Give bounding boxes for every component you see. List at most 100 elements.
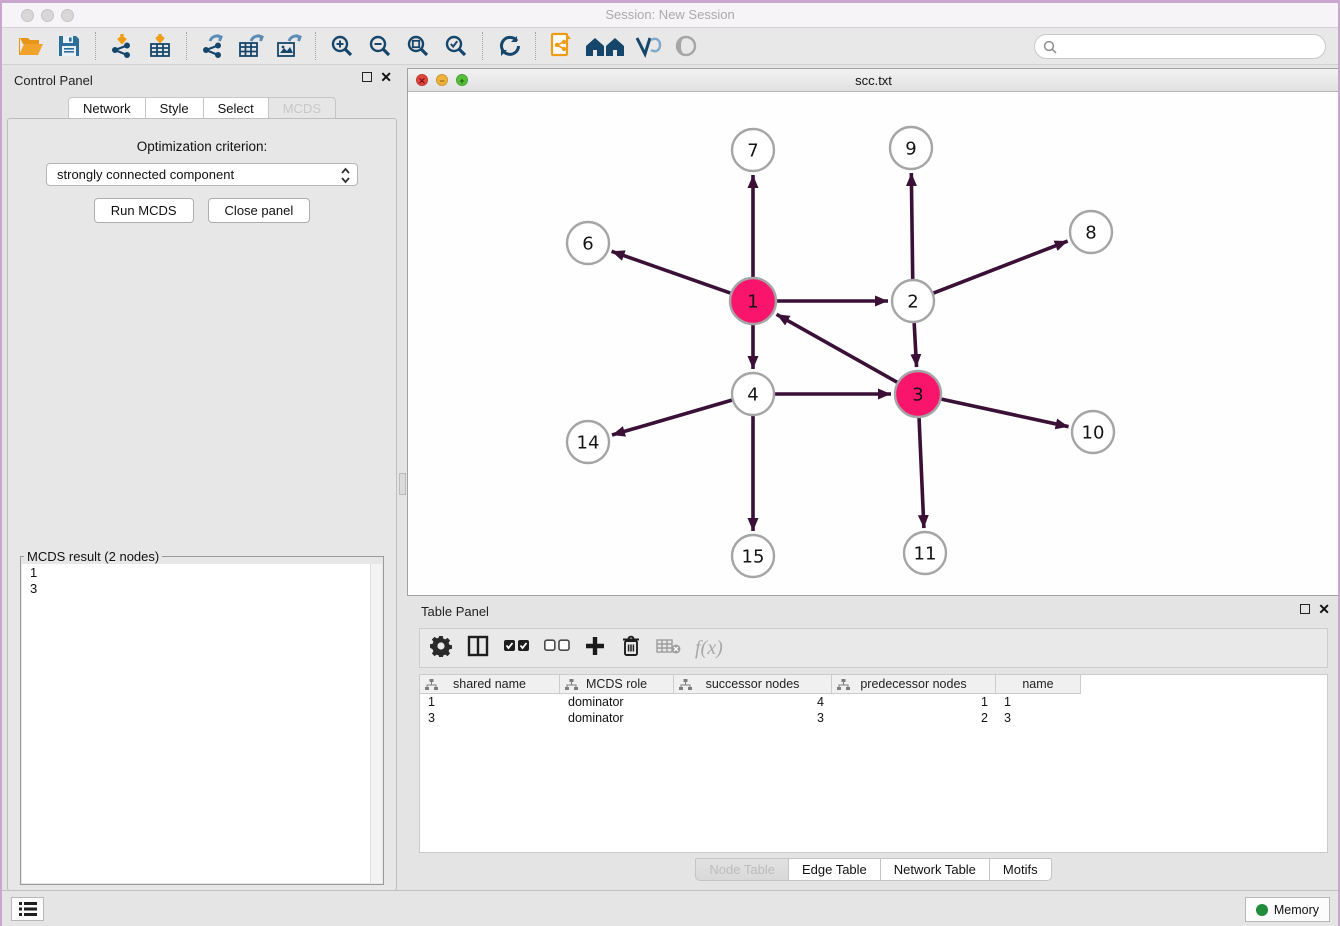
panel-divider-handle[interactable] [399, 473, 406, 495]
tab-style[interactable]: Style [145, 97, 203, 119]
status-bar: Memory [2, 890, 1338, 926]
tab-network[interactable]: Network [68, 97, 145, 119]
toolbar-separator [186, 32, 187, 60]
delete-column-icon[interactable] [620, 634, 642, 663]
graph-edge-4-14[interactable] [612, 400, 732, 435]
result-line: 1 [22, 564, 382, 580]
optimization-criterion-select[interactable]: strongly connected component [46, 163, 358, 186]
table-panel-title: Table Panel [421, 604, 489, 619]
zoom-in-icon[interactable] [325, 31, 359, 61]
optimization-criterion-value: strongly connected component [57, 167, 234, 182]
toolbar-separator [482, 32, 483, 60]
close-panel-icon[interactable]: ✕ [380, 72, 392, 82]
graph-edge-2-8[interactable] [934, 241, 1068, 293]
table-cell[interactable]: dominator [560, 694, 674, 710]
tab-node-table[interactable]: Node Table [695, 858, 789, 881]
task-history-button[interactable] [11, 897, 44, 921]
main-toolbar [2, 28, 1338, 65]
table-cell[interactable]: 2 [832, 710, 996, 726]
graph-edge-1-6[interactable] [612, 251, 731, 293]
close-table-panel-icon[interactable]: ✕ [1318, 604, 1330, 614]
toolbar-separator [315, 32, 316, 60]
control-panel-title: Control Panel [14, 73, 93, 88]
run-mcds-button[interactable]: Run MCDS [94, 198, 194, 223]
table-row[interactable]: 3dominator323 [420, 710, 1327, 726]
memory-button[interactable]: Memory [1245, 897, 1330, 922]
network-from-selection-icon[interactable] [545, 31, 579, 61]
mcds-result-text[interactable]: 13 [22, 564, 382, 883]
show-graphics-details-icon[interactable] [669, 31, 703, 61]
control-panel-tabs: NetworkStyleSelectMCDS [2, 97, 402, 119]
table-tabs: Node TableEdge TableNetwork TableMotifs [407, 858, 1340, 881]
column-header-successor-nodes[interactable]: successor nodes [674, 675, 832, 694]
export-network-icon[interactable] [196, 31, 230, 61]
column-header-predecessor-nodes[interactable]: predecessor nodes [832, 675, 996, 694]
chevron-updown-icon [340, 167, 351, 190]
table-cell[interactable]: 3 [420, 710, 560, 726]
table-cell[interactable]: dominator [560, 710, 674, 726]
column-header-MCDS-role[interactable]: MCDS role [560, 675, 674, 694]
search-input[interactable] [1062, 40, 1317, 54]
column-label: predecessor nodes [860, 677, 966, 691]
select-all-icon[interactable] [504, 639, 530, 657]
zoom-selected-icon[interactable] [439, 31, 473, 61]
column-header-name[interactable]: name [996, 675, 1081, 694]
tab-edge-table[interactable]: Edge Table [789, 858, 881, 881]
table-cell[interactable]: 4 [674, 694, 832, 710]
apply-layout-icon[interactable] [492, 31, 526, 61]
graph-node-label: 15 [742, 546, 765, 567]
float-table-panel-icon[interactable] [1300, 604, 1310, 614]
graph-node-label: 14 [577, 432, 600, 453]
table-cell[interactable]: 1 [832, 694, 996, 710]
table-row[interactable]: 1dominator411 [420, 694, 1327, 710]
network-title: scc.txt [408, 73, 1339, 88]
table-cell[interactable]: 3 [674, 710, 832, 726]
save-session-icon[interactable] [52, 31, 86, 61]
graph-edge-3-1[interactable] [777, 314, 898, 382]
tab-network-table[interactable]: Network Table [881, 858, 990, 881]
open-file-icon[interactable] [14, 31, 48, 61]
close-panel-button[interactable]: Close panel [208, 198, 311, 223]
gear-icon[interactable] [430, 635, 452, 662]
list-icon [19, 902, 37, 916]
first-neighbors-icon[interactable] [583, 31, 627, 61]
export-table-icon[interactable] [234, 31, 268, 61]
hide-selected-icon[interactable] [631, 31, 665, 61]
graph-edge-3-11[interactable] [919, 418, 924, 528]
zoom-fit-icon[interactable] [401, 31, 435, 61]
graph-node-label: 2 [907, 291, 918, 312]
graph-edge-2-3[interactable] [914, 323, 916, 367]
table-cell[interactable]: 1 [996, 694, 1081, 710]
graph-edge-3-10[interactable] [941, 399, 1068, 427]
result-scrollbar[interactable] [370, 564, 382, 883]
add-column-icon[interactable] [584, 635, 606, 662]
column-label: shared name [453, 677, 526, 691]
import-network-icon[interactable] [105, 31, 139, 61]
mcds-result-box: MCDS result (2 nodes) 13 [20, 549, 384, 885]
toolbar-separator [95, 32, 96, 60]
column-header-shared-name[interactable]: shared name [420, 675, 560, 694]
deselect-all-icon[interactable] [544, 639, 570, 657]
search-field[interactable] [1034, 34, 1326, 59]
graph-node-label: 8 [1085, 222, 1096, 243]
delete-table-icon[interactable] [656, 638, 681, 659]
split-column-icon[interactable] [466, 634, 490, 663]
zoom-out-icon[interactable] [363, 31, 397, 61]
table-cell[interactable]: 3 [996, 710, 1081, 726]
graph-edge-2-9[interactable] [911, 173, 912, 279]
float-panel-icon[interactable] [362, 72, 372, 82]
tab-mcds[interactable]: MCDS [268, 97, 336, 119]
network-titlebar[interactable]: ✕ − + scc.txt [408, 69, 1339, 92]
table-cell[interactable]: 1 [420, 694, 560, 710]
graph-node-label: 4 [747, 384, 758, 405]
result-line: 3 [22, 580, 382, 596]
network-canvas[interactable]: 7968124314101511 [408, 92, 1339, 595]
import-table-icon[interactable] [143, 31, 177, 61]
tab-select[interactable]: Select [203, 97, 268, 119]
optimization-criterion-label: Optimization criterion: [8, 139, 396, 154]
graph-node-label: 11 [914, 543, 937, 564]
tab-motifs[interactable]: Motifs [990, 858, 1052, 881]
export-image-icon[interactable] [272, 31, 306, 61]
graph-node-label: 6 [582, 233, 593, 254]
function-builder-icon[interactable]: f(x) [695, 637, 723, 660]
